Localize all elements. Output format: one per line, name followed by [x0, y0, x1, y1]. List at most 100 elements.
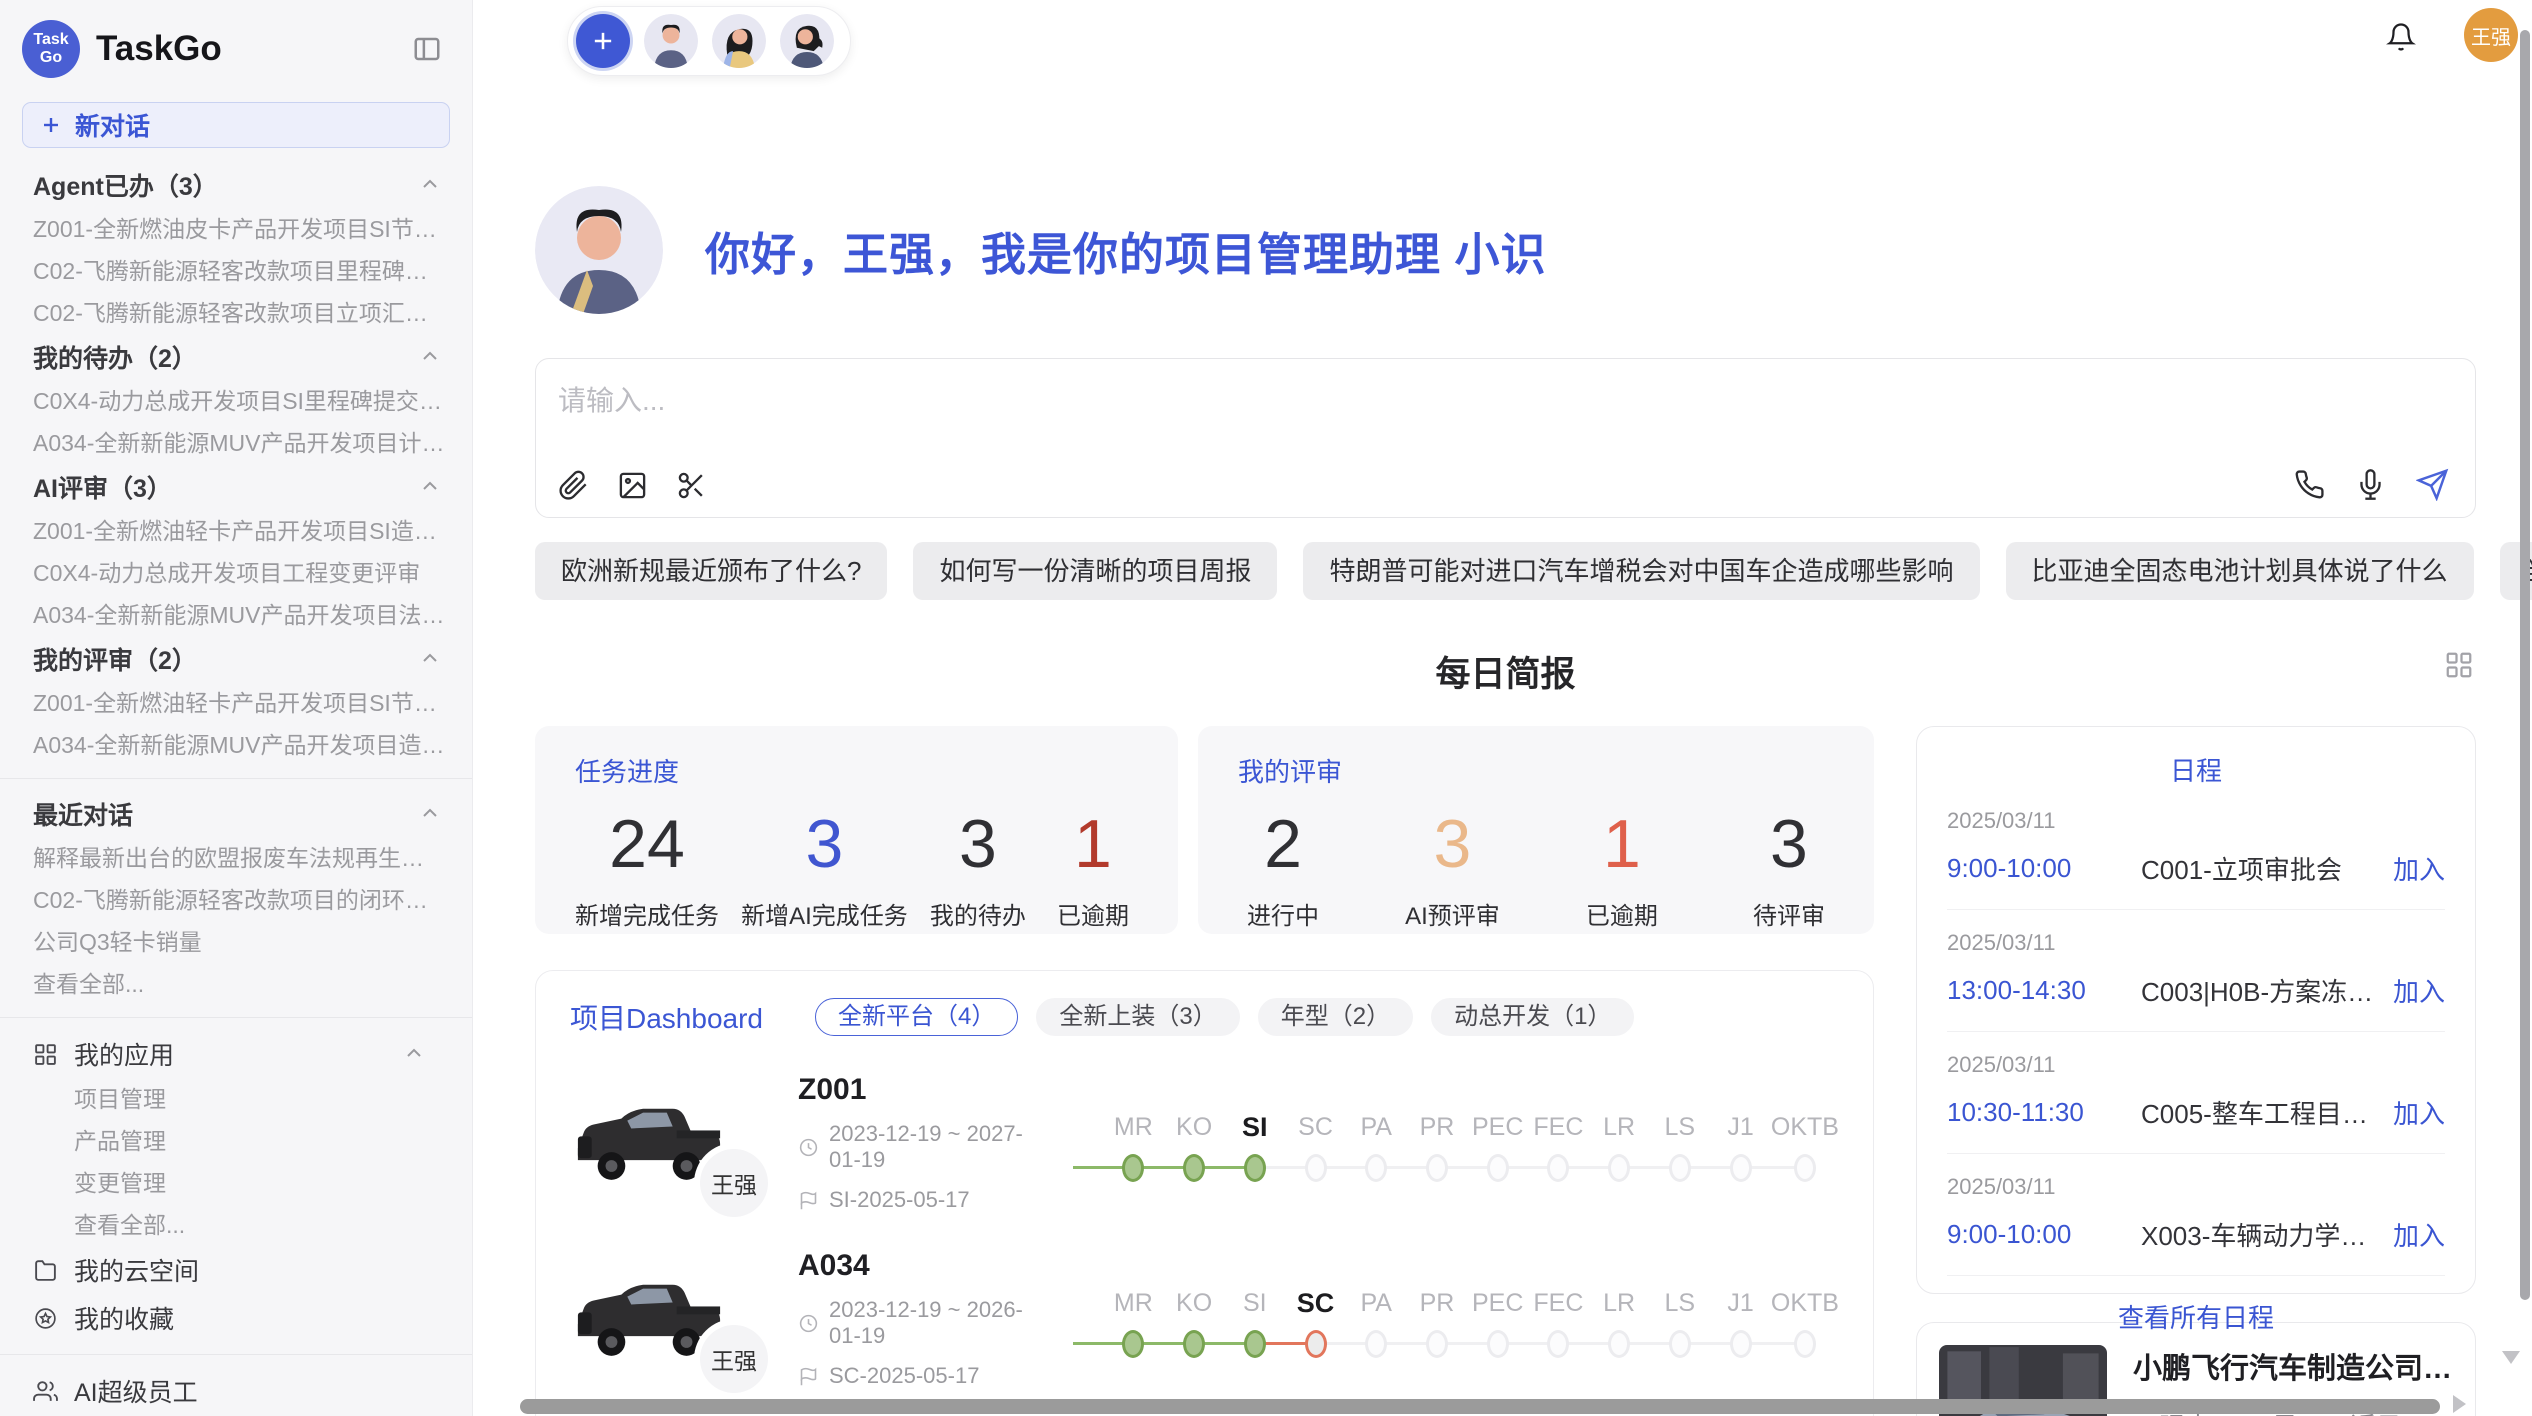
new-chat-button[interactable]: 新对话	[22, 102, 450, 148]
section-agent-done[interactable]: Agent已办（3）	[0, 162, 472, 208]
notifications-bell-icon[interactable]	[2386, 22, 2416, 52]
project-info: Z001 2023-12-19 ~ 2027-01-19 SI-2025-05-…	[798, 1073, 1053, 1213]
divider	[0, 1017, 472, 1018]
sidebar-item-cloud-space[interactable]: 我的云空间	[0, 1246, 472, 1294]
app-root: Task Go TaskGo 新对话 Agent已办（3） Z001-全新燃油皮…	[0, 0, 2532, 1416]
milestone: FEC	[1528, 1109, 1589, 1182]
tab-new-body[interactable]: 全新上装（3）	[1036, 998, 1239, 1036]
scroll-right-arrow[interactable]	[2453, 1395, 2466, 1413]
chevron-up-icon[interactable]	[418, 647, 442, 671]
image-upload-icon[interactable]	[617, 470, 648, 501]
flag-icon	[798, 1366, 819, 1387]
layout-grid-icon[interactable]	[2444, 650, 2474, 680]
schedule-card: 日程 2025/03/11 9:00-10:00 C001-立项审批会 加入 2…	[1916, 726, 2476, 1294]
milestone-dot	[1547, 1154, 1569, 1182]
section-my-review[interactable]: 我的评审（2）	[0, 636, 472, 682]
list-item[interactable]: A034-全新新能源MUV产品开发项目造型可行性评审	[0, 724, 472, 766]
list-item[interactable]: 公司Q3轻卡销量	[0, 921, 472, 963]
milestone-dot	[1669, 1154, 1691, 1182]
chat-input-box[interactable]: 请输入...	[535, 358, 2476, 518]
list-item[interactable]: A034-全新新能源MUV产品开发项目计划变更表编写	[0, 422, 472, 464]
schedule-date: 2025/03/11	[1947, 1174, 2445, 1200]
project-owner-badge: 王强	[700, 1325, 768, 1393]
milestone-current-overdue: SC	[1285, 1285, 1346, 1358]
project-dates: 2023-12-19 ~ 2027-01-19	[798, 1121, 1053, 1173]
chevron-up-icon[interactable]	[418, 173, 442, 197]
agent-avatar[interactable]	[780, 14, 834, 68]
chevron-up-icon[interactable]	[418, 802, 442, 826]
list-item[interactable]: C02-飞腾新能源轻客改款项目里程碑画布	[0, 250, 472, 292]
milestone: PEC	[1467, 1285, 1528, 1358]
milestone: MR	[1103, 1285, 1164, 1358]
tab-model-year[interactable]: 年型（2）	[1258, 998, 1413, 1036]
milestone: PR	[1407, 1109, 1468, 1182]
suggestion-chip[interactable]: 比亚迪全固态电池计划具体说了什么	[2006, 542, 2474, 600]
join-link[interactable]: 加入	[2393, 1216, 2445, 1253]
view-all-apps[interactable]: 查看全部...	[0, 1204, 472, 1246]
view-all-chats[interactable]: 查看全部...	[0, 963, 472, 1005]
milestone-dot	[1669, 1330, 1691, 1358]
right-column: 日程 2025/03/11 9:00-10:00 C001-立项审批会 加入 2…	[1916, 726, 2476, 1416]
voice-call-icon[interactable]	[2294, 469, 2325, 500]
stats-row: 任务进度 24 新增完成任务 3 新增AI完成任务 3	[535, 726, 1874, 934]
stat-review-overdue: 1 已逾期	[1577, 807, 1667, 931]
tab-new-platform[interactable]: 全新平台（4）	[815, 998, 1018, 1036]
section-my-todo[interactable]: 我的待办（2）	[0, 334, 472, 380]
agent-avatar[interactable]	[644, 14, 698, 68]
list-item[interactable]: Z001-全新燃油轻卡产品开发项目SI造型提交物评审	[0, 510, 472, 552]
attachment-icon[interactable]	[558, 470, 589, 501]
list-item[interactable]: Z001-全新燃油轻卡产品开发项目SI节点属性5D文件评审	[0, 682, 472, 724]
app-title: TaskGo	[96, 29, 412, 69]
scroll-down-arrow[interactable]	[2502, 1351, 2520, 1364]
sidebar-lists: Agent已办（3） Z001-全新燃油皮卡产品开发项目SI节点Lesson L…	[0, 148, 472, 1416]
suggestion-chip[interactable]: 如何写一份清晰的项目周报	[913, 542, 1277, 600]
sidebar-item-ai-employee[interactable]: AI超级员工	[0, 1367, 472, 1415]
list-item[interactable]: C0X4-动力总成开发项目工程变更评审	[0, 552, 472, 594]
chevron-up-icon[interactable]	[418, 475, 442, 499]
horizontal-scrollbar-thumb[interactable]	[520, 1399, 2440, 1414]
project-row[interactable]: 王强 Z001 2023-12-19 ~ 2027-01-19 SI-2025-…	[570, 1073, 1839, 1213]
list-item[interactable]: C0X4-动力总成开发项目SI里程碑提交物检查	[0, 380, 472, 422]
agent-avatar[interactable]	[712, 14, 766, 68]
milestone: LS	[1649, 1109, 1710, 1182]
list-item[interactable]: Z001-全新燃油皮卡产品开发项目SI节点Lesson Learn报告	[0, 208, 472, 250]
milestone: SI	[1224, 1285, 1285, 1358]
chevron-up-icon[interactable]	[418, 345, 442, 369]
collapse-sidebar-icon[interactable]	[412, 34, 442, 64]
milestone: J1	[1710, 1285, 1771, 1358]
project-vehicle-image: 王强	[570, 1087, 728, 1199]
join-link[interactable]: 加入	[2393, 1094, 2445, 1131]
send-icon[interactable]	[2416, 468, 2449, 501]
list-item[interactable]: A034-全新新能源MUV产品开发项目法规符合性评审	[0, 594, 472, 636]
app-item-product[interactable]: 产品管理	[0, 1120, 472, 1162]
screenshot-scissors-icon[interactable]	[676, 470, 707, 501]
suggestion-chip[interactable]: 欧洲新规最近颁布了什么?	[535, 542, 887, 600]
list-item[interactable]: C02-飞腾新能源轻客改款项目立项汇报方案	[0, 292, 472, 334]
section-recent-chats[interactable]: 最近对话	[0, 791, 472, 837]
chevron-up-icon[interactable]	[402, 1042, 426, 1066]
project-owner-badge: 王强	[700, 1149, 768, 1217]
vertical-scrollbar-thumb[interactable]	[2520, 30, 2530, 1300]
section-my-apps[interactable]: 我的应用	[0, 1030, 472, 1078]
section-ai-review[interactable]: AI评审（3）	[0, 464, 472, 510]
left-column: 任务进度 24 新增完成任务 3 新增AI完成任务 3	[535, 726, 1874, 1416]
schedule-item: 2025/03/11 9:00-10:00 C001-立项审批会 加入	[1947, 788, 2445, 910]
suggestion-chip[interactable]: 特朗普可能对进口汽车增税会对中国车企造成哪些影响	[1303, 542, 1979, 600]
join-link[interactable]: 加入	[2393, 850, 2445, 887]
plus-icon	[589, 27, 617, 55]
milestone: LR	[1589, 1285, 1650, 1358]
add-agent-button[interactable]	[576, 14, 630, 68]
milestone-dot	[1305, 1154, 1327, 1182]
sidebar-item-favorites[interactable]: 我的收藏	[0, 1294, 472, 1342]
project-code: Z001	[798, 1073, 1053, 1107]
app-item-change[interactable]: 变更管理	[0, 1162, 472, 1204]
microphone-icon[interactable]	[2355, 469, 2386, 500]
join-link[interactable]: 加入	[2393, 972, 2445, 1009]
stat-pending-review: 3 待评审	[1744, 807, 1834, 931]
tab-powertrain[interactable]: 动总开发（1）	[1431, 998, 1634, 1036]
list-item[interactable]: 解释最新出台的欧盟报废车法规再生塑料比例被调至15%...	[0, 837, 472, 879]
app-item-project[interactable]: 项目管理	[0, 1078, 472, 1120]
list-item[interactable]: C02-飞腾新能源轻客改款项目的闭环通告反馈情况	[0, 879, 472, 921]
project-row[interactable]: 王强 A034 2023-12-19 ~ 2026-01-19 SC-2025-…	[570, 1249, 1839, 1389]
user-avatar[interactable]: 王强	[2464, 8, 2518, 62]
